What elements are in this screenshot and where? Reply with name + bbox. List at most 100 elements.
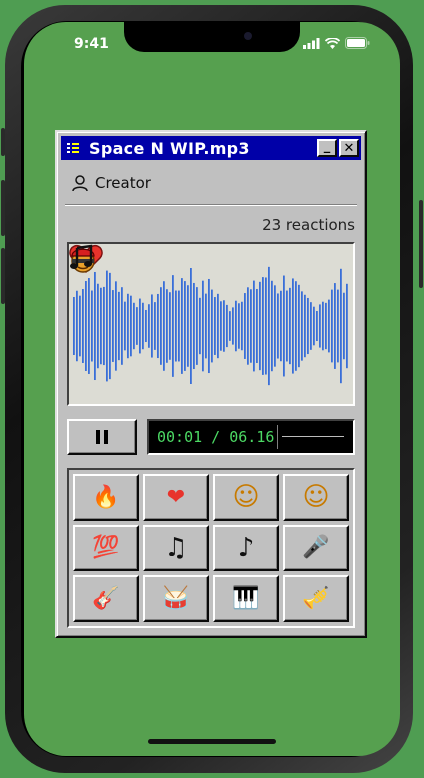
reaction-button-notes[interactable]: ♪ <box>213 524 279 572</box>
reaction-button-note[interactable]: ♫ <box>143 524 209 572</box>
status-icons <box>303 37 370 49</box>
waveform-bar <box>334 283 336 369</box>
waveform-bar <box>73 296 75 356</box>
seek-bar[interactable] <box>277 425 348 449</box>
waveform-bar <box>292 278 294 374</box>
waveform-bar <box>262 277 264 375</box>
waveform-bar <box>280 290 282 362</box>
reaction-button-heart[interactable]: ❤ <box>143 474 209 521</box>
notch <box>124 22 300 52</box>
reaction-button-angel[interactable]: ☺ <box>283 474 349 521</box>
waveform-bar <box>103 286 105 366</box>
reaction-button-piano[interactable]: 🎹 <box>213 575 279 622</box>
reaction-button-microphone[interactable]: 🎤 <box>283 524 349 572</box>
waveform-bar <box>274 285 276 367</box>
hundred-icon: 💯 <box>92 535 120 561</box>
waveform-bar <box>226 304 228 348</box>
piano-icon: 🎹 <box>232 586 260 612</box>
waveform-bar <box>259 281 261 371</box>
waveform-bar <box>184 281 186 371</box>
waveform-bar <box>97 283 99 369</box>
waveform-bar <box>178 290 180 362</box>
waveform-bar <box>310 302 312 350</box>
waveform-bar <box>283 275 285 377</box>
waveform-bar <box>247 287 249 365</box>
waveform-bar <box>79 295 81 357</box>
waveform-bar <box>124 301 126 351</box>
window-title: Space N WIP.mp3 <box>89 138 250 158</box>
waveform-bar <box>160 287 162 365</box>
microphone-icon: 🎤 <box>302 535 330 561</box>
waveform-bar <box>214 297 216 355</box>
waveform-bar <box>76 290 78 362</box>
minimize-icon: _ <box>323 138 331 154</box>
waveform-bar <box>217 293 219 359</box>
waveform-bar <box>331 289 333 363</box>
waveform-bar <box>250 289 252 363</box>
waveform-bar <box>241 301 243 351</box>
wifi-icon <box>325 37 340 49</box>
reaction-button-face[interactable]: ☺ <box>213 474 279 521</box>
waveform-bar <box>202 280 204 372</box>
pause-button[interactable] <box>67 419 137 455</box>
waveform-bar <box>196 287 198 365</box>
waveform-bar <box>343 292 345 360</box>
battery-icon <box>345 37 370 49</box>
time-display: 00:01 / 06.16 <box>147 419 355 455</box>
waveform-bar <box>304 294 306 358</box>
waveform-bar <box>136 307 138 345</box>
waveform-bar <box>121 287 123 365</box>
waveform-bar <box>163 281 165 371</box>
waveform-bar <box>145 309 147 343</box>
close-button[interactable]: ✕ <box>339 139 359 157</box>
reaction-count: 23 reactions <box>262 216 355 234</box>
waveform-bar <box>289 287 291 365</box>
waveform-bar <box>220 301 222 351</box>
waveform-bar <box>94 271 96 381</box>
waveform-bar <box>211 289 213 363</box>
waveform-bar <box>229 311 231 341</box>
reaction-button-trumpet[interactable]: 🎺 <box>283 575 349 622</box>
creator-link[interactable]: Creator <box>71 174 151 192</box>
guitar-icon: 🎸 <box>92 586 120 612</box>
waveform-bar <box>151 294 153 358</box>
waveform-bar <box>328 299 330 353</box>
waveform-bar <box>154 302 156 350</box>
power-button <box>419 200 423 288</box>
angel-icon: ☺ <box>302 482 330 513</box>
home-indicator[interactable] <box>148 739 276 744</box>
waveform-bar <box>82 289 84 363</box>
waveform-bar <box>172 275 174 377</box>
waveform-bar <box>307 297 309 355</box>
waveform-bar <box>112 290 114 362</box>
player-window: Space N WIP.mp3 _ ✕ Creator 23 reactions <box>55 130 367 638</box>
waveform-bar <box>85 281 87 371</box>
reaction-button-fire[interactable]: 🔥 <box>73 474 139 521</box>
waveform-bar <box>325 302 327 350</box>
waveform-bar <box>346 283 348 369</box>
waveform-bar <box>223 300 225 352</box>
minimize-button[interactable]: _ <box>317 139 337 157</box>
face-icon: ☺ <box>232 482 260 513</box>
waveform-bar <box>142 302 144 350</box>
waveform-bar <box>205 293 207 359</box>
waveform-bar <box>130 295 132 357</box>
waveform-display[interactable] <box>67 242 355 406</box>
reaction-button-hundred[interactable]: 💯 <box>73 524 139 572</box>
waveform-bar <box>235 300 237 352</box>
heart-icon: ❤ <box>166 484 186 510</box>
waveform-bar <box>322 301 324 351</box>
title-bar[interactable]: Space N WIP.mp3 _ ✕ <box>61 136 361 160</box>
waveform-bar <box>238 303 240 349</box>
phone-frame: 9:41 Space N WIP.mp3 _ ✕ Creator 23 reac… <box>0 0 424 778</box>
reaction-button-drum[interactable]: 🥁 <box>143 575 209 622</box>
waveform-bar <box>181 278 183 374</box>
waveform-bar <box>271 280 273 372</box>
app-icon <box>67 143 79 153</box>
waveform-bar <box>208 278 210 374</box>
waveform-bar <box>109 272 111 380</box>
reaction-grid: 🔥 ❤ ☺ ☺ 💯 ♫ ♪ 🎤 🎸 🥁 🎹 🎺 <box>67 468 355 628</box>
waveform-bar <box>313 306 315 346</box>
reaction-button-guitar[interactable]: 🎸 <box>73 575 139 622</box>
waveform-graph <box>73 266 348 386</box>
